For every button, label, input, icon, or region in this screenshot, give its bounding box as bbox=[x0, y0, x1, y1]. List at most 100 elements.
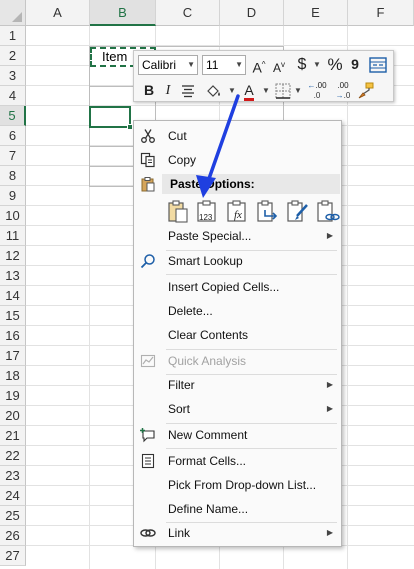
select-all-button[interactable] bbox=[0, 0, 26, 26]
menu-item-paste-special[interactable]: Paste Special... ▶ bbox=[134, 225, 341, 247]
chevron-down-icon[interactable]: ▼ bbox=[294, 86, 302, 95]
row-header-8[interactable]: 8 bbox=[0, 166, 26, 186]
paint-bucket-icon bbox=[207, 85, 220, 97]
menu-item-smart-lookup[interactable]: Smart Lookup bbox=[134, 250, 341, 272]
paste-values-button[interactable]: 123 bbox=[196, 199, 220, 223]
active-cell-b5[interactable] bbox=[89, 106, 131, 128]
row-header-19[interactable]: 19 bbox=[0, 386, 26, 406]
borders-button[interactable] bbox=[274, 80, 292, 101]
menu-label-clear-contents: Clear Contents bbox=[168, 328, 249, 342]
paste-link-button[interactable] bbox=[316, 199, 340, 223]
menu-item-delete[interactable]: Delete... bbox=[134, 300, 341, 322]
column-header-f[interactable]: F bbox=[348, 0, 414, 26]
menu-label-smart-lookup: Smart Lookup bbox=[168, 254, 243, 268]
row-header-3[interactable]: 3 bbox=[0, 66, 26, 86]
paste-formulas-button[interactable]: fx bbox=[226, 199, 250, 223]
menu-label-sort: Sort bbox=[168, 402, 191, 416]
row-header-25[interactable]: 25 bbox=[0, 506, 26, 526]
chevron-down-icon[interactable]: ▼ bbox=[313, 60, 321, 69]
font-size-box[interactable]: 11 ▼ bbox=[202, 55, 246, 75]
increase-font-size-button[interactable]: A^ bbox=[250, 54, 268, 76]
paste-options-heading: Paste Options: bbox=[162, 174, 340, 194]
column-header-d[interactable]: D bbox=[220, 0, 284, 26]
row-header-17[interactable]: 17 bbox=[0, 346, 26, 366]
row-header-24[interactable]: 24 bbox=[0, 486, 26, 506]
row-header-22[interactable]: 22 bbox=[0, 446, 26, 466]
chevron-down-icon[interactable]: ▼ bbox=[262, 86, 270, 95]
menu-label-cut: Cut bbox=[168, 129, 187, 143]
menu-item-link[interactable]: Link ▶ bbox=[134, 522, 341, 544]
gridline bbox=[26, 105, 414, 106]
menu-item-cut[interactable]: Cut bbox=[134, 125, 341, 147]
font-color-button[interactable]: A bbox=[240, 80, 258, 101]
row-header-4[interactable]: 4 bbox=[0, 86, 26, 106]
menu-item-sort[interactable]: Sort ▶ bbox=[134, 398, 341, 420]
increase-font-icon: A bbox=[252, 59, 262, 76]
row-header-5[interactable]: 5 bbox=[0, 106, 26, 126]
menu-label-pick-from-dropdown: Pick From Drop-down List... bbox=[168, 478, 317, 492]
menu-label-paste-special: Paste Special... bbox=[168, 229, 252, 243]
accounting-format-button[interactable]: $ bbox=[294, 54, 310, 75]
mini-toolbar-row-1: Calibri ▼ 11 ▼ A^ Av $ ▼ % 9 bbox=[134, 51, 393, 77]
row-header-9[interactable]: 9 bbox=[0, 186, 26, 206]
menu-item-insert-copied-cells[interactable]: Insert Copied Cells... bbox=[134, 276, 341, 298]
row-header-20[interactable]: 20 bbox=[0, 406, 26, 426]
row-header-27[interactable]: 27 bbox=[0, 546, 26, 566]
menu-item-filter[interactable]: Filter ▶ bbox=[134, 374, 341, 396]
chevron-down-icon: ▼ bbox=[187, 60, 195, 69]
column-header-b[interactable]: B bbox=[90, 0, 156, 26]
menu-item-copy[interactable]: Copy bbox=[134, 149, 341, 171]
row-header-21[interactable]: 21 bbox=[0, 426, 26, 446]
fill-color-button[interactable] bbox=[204, 80, 224, 101]
menu-item-pick-from-dropdown[interactable]: Pick From Drop-down List... bbox=[134, 474, 341, 496]
percent-style-button[interactable]: % bbox=[326, 54, 344, 75]
paste-formatting-button[interactable] bbox=[286, 199, 310, 223]
paste-formatting-icon bbox=[287, 200, 308, 222]
row-header-1[interactable]: 1 bbox=[0, 26, 26, 46]
increase-decimal-button[interactable]: ←.00.0 bbox=[306, 80, 328, 101]
paste-button[interactable] bbox=[166, 199, 190, 223]
row-header-12[interactable]: 12 bbox=[0, 246, 26, 266]
column-header-a[interactable]: A bbox=[26, 0, 90, 26]
decrease-decimal-button[interactable]: .00 →.0 bbox=[332, 80, 354, 101]
row-header-6[interactable]: 6 bbox=[0, 126, 26, 146]
row-header-14[interactable]: 14 bbox=[0, 286, 26, 306]
chevron-down-icon[interactable]: ▼ bbox=[228, 86, 236, 95]
row-header-7[interactable]: 7 bbox=[0, 146, 26, 166]
bold-button[interactable]: B bbox=[142, 80, 156, 101]
row-header-11[interactable]: 11 bbox=[0, 226, 26, 246]
column-header-e[interactable]: E bbox=[284, 0, 348, 26]
row-header-26[interactable]: 26 bbox=[0, 526, 26, 546]
format-painter-button[interactable] bbox=[356, 80, 376, 101]
italic-button[interactable]: I bbox=[162, 80, 174, 101]
column-header-c[interactable]: C bbox=[156, 0, 220, 26]
menu-item-clear-contents[interactable]: Clear Contents bbox=[134, 324, 341, 346]
paste-icon bbox=[168, 200, 188, 223]
decrease-decimal-icon: → bbox=[335, 91, 344, 100]
row-header-15[interactable]: 15 bbox=[0, 306, 26, 326]
menu-label-insert-copied-cells: Insert Copied Cells... bbox=[168, 280, 280, 294]
paste-transpose-button[interactable] bbox=[256, 199, 280, 223]
menu-item-define-name[interactable]: Define Name... bbox=[134, 498, 341, 520]
copy-icon bbox=[140, 152, 155, 168]
row-header-18[interactable]: 18 bbox=[0, 366, 26, 386]
row-header-13[interactable]: 13 bbox=[0, 266, 26, 286]
row-header-16[interactable]: 16 bbox=[0, 326, 26, 346]
comma-style-button[interactable]: 9 bbox=[348, 54, 362, 75]
menu-label-define-name: Define Name... bbox=[168, 502, 249, 516]
menu-item-quick-analysis[interactable]: Quick Analysis bbox=[134, 350, 341, 372]
font-name-box[interactable]: Calibri ▼ bbox=[138, 55, 198, 75]
new-comment-icon bbox=[140, 428, 155, 443]
menu-item-format-cells[interactable]: Format Cells... bbox=[134, 450, 341, 472]
decrease-decimal-label: .00 bbox=[337, 81, 349, 90]
bold-icon: B bbox=[143, 82, 155, 98]
decrease-font-size-button[interactable]: Av bbox=[270, 54, 288, 75]
paste-formulas-icon: fx bbox=[227, 200, 246, 222]
menu-item-new-comment[interactable]: New Comment bbox=[134, 424, 341, 446]
align-center-button[interactable] bbox=[180, 80, 196, 101]
merge-center-button[interactable] bbox=[368, 54, 388, 75]
row-header-23[interactable]: 23 bbox=[0, 466, 26, 486]
context-menu: Cut Copy Paste Options: 123 fx Paste Spe… bbox=[133, 120, 342, 547]
row-header-10[interactable]: 10 bbox=[0, 206, 26, 226]
row-header-2[interactable]: 2 bbox=[0, 46, 26, 66]
